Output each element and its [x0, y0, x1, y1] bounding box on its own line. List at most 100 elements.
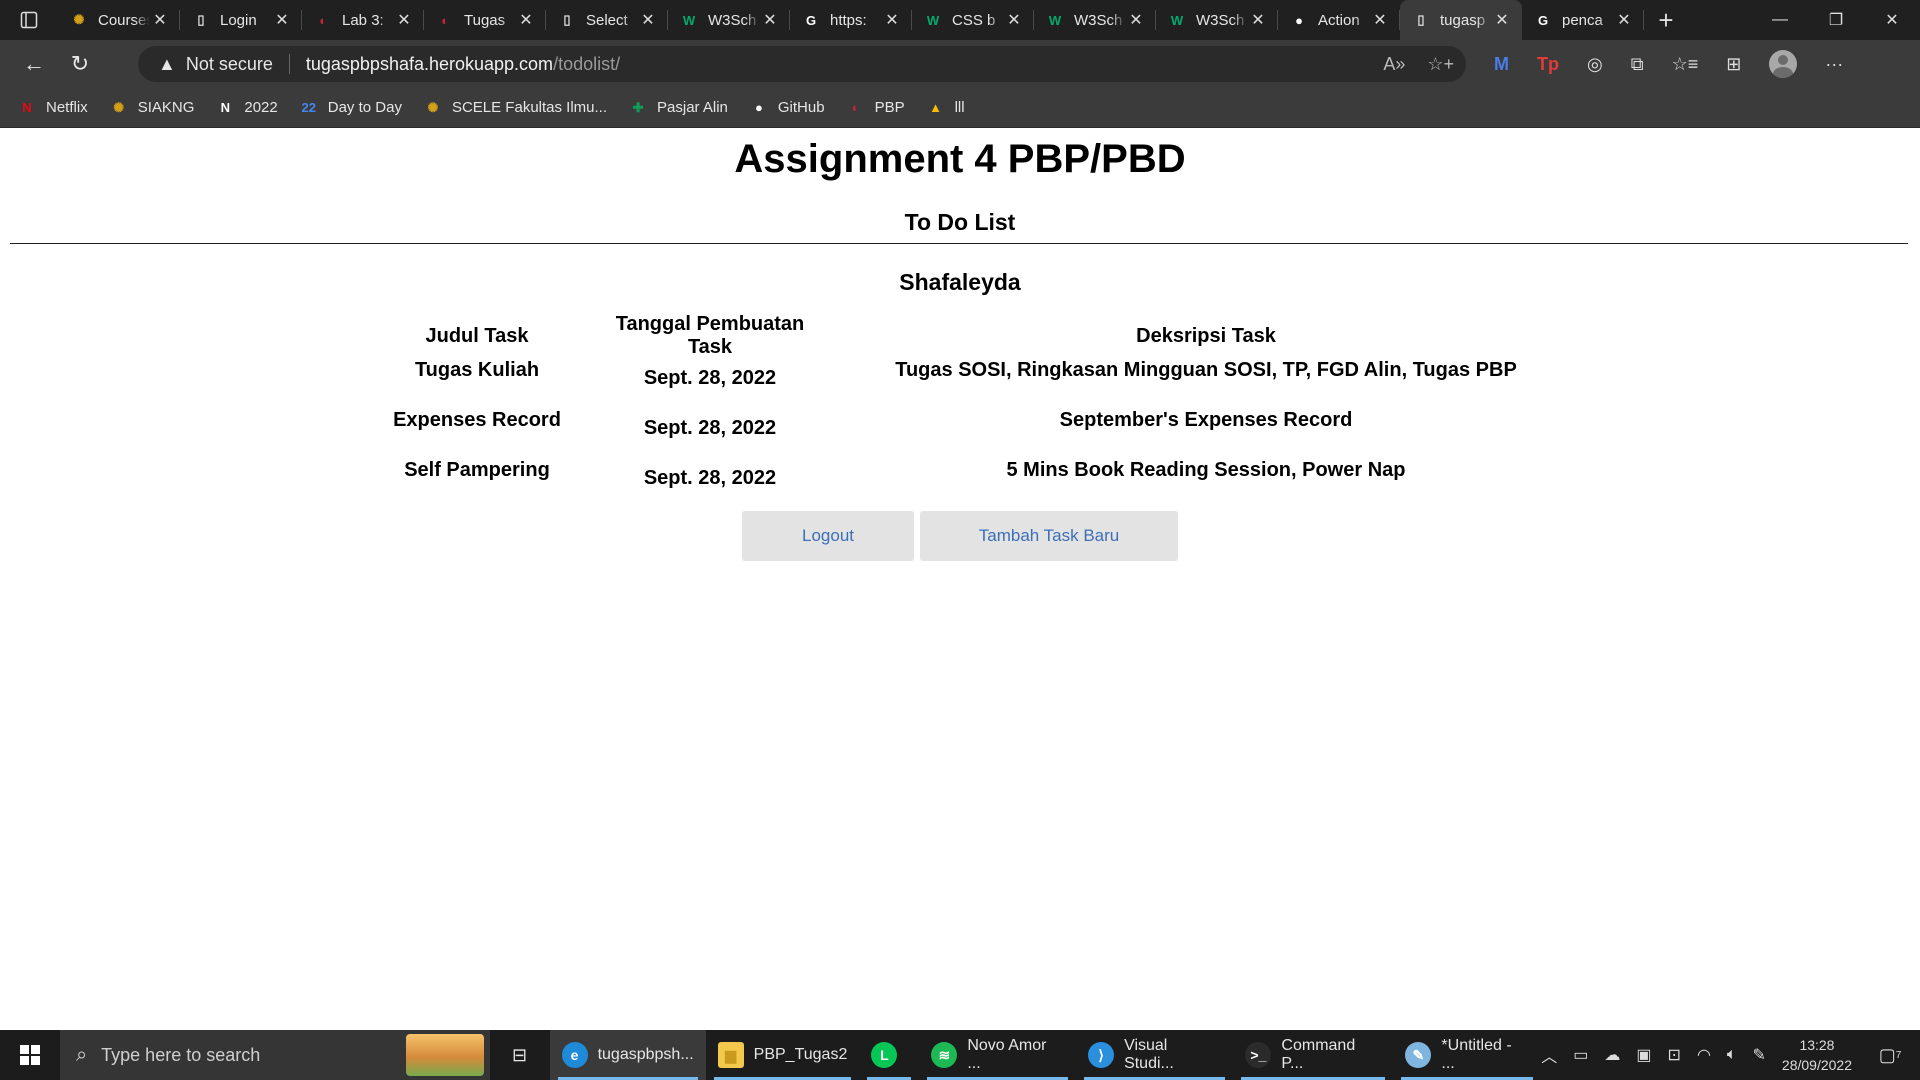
ui-logo-icon: ✺: [113, 99, 125, 115]
logout-button[interactable]: Logout: [742, 511, 914, 561]
taskbar-app[interactable]: ≋ Novo Amor ...: [919, 1030, 1076, 1080]
browser-tab[interactable]: W W3Sch ✕: [1034, 0, 1156, 40]
bookmark-item[interactable]: ▲ lll: [927, 99, 964, 117]
sync-extension-icon[interactable]: ◎: [1587, 54, 1603, 75]
add-favorite-icon[interactable]: ☆+: [1427, 54, 1454, 75]
bookmark-label: SCELE Fakultas Ilmu...: [451, 99, 608, 116]
task-view-button[interactable]: ⊟: [490, 1030, 550, 1080]
close-tab-icon[interactable]: ✕: [1248, 10, 1268, 30]
tab-title: W3Sch: [1196, 11, 1245, 29]
browser-tab[interactable]: Gpenca ✕: [1522, 0, 1644, 40]
taskbar-app[interactable]: ▆ PBP_Tugas2: [706, 1030, 860, 1080]
bookmark-item[interactable]: ✚ Pasjar Alin: [629, 99, 728, 117]
browser-tab[interactable]: W W3Sch ✕: [1156, 0, 1278, 40]
volume-icon[interactable]: 🔈︎: [1727, 1046, 1737, 1064]
browser-tab[interactable]: ▯ tugasp ✕: [1400, 0, 1522, 40]
mendeley-extension-icon[interactable]: M: [1494, 54, 1509, 75]
tab-title: tugasp: [1440, 11, 1486, 29]
page-subtitle: To Do List: [904, 209, 1016, 235]
task-view-icon: ⊟: [512, 1044, 528, 1065]
browser-tab[interactable]: ▯ Login ✕: [180, 0, 302, 40]
notification-button[interactable]: ▢ 7: [1868, 1045, 1912, 1066]
read-aloud-icon[interactable]: A»: [1383, 54, 1405, 75]
collections-icon[interactable]: ⊞: [1726, 54, 1741, 75]
tray-chevron-up-icon[interactable]: ︿: [1541, 1043, 1557, 1067]
browser-tab[interactable]: ▯ Select ✕: [546, 0, 668, 40]
browser-tab[interactable]: ● Action ✕: [1278, 0, 1400, 40]
edge-icon: e: [561, 1042, 588, 1068]
header-judul: Judul Task: [425, 324, 529, 347]
pbp-logo-icon: ◐: [319, 12, 327, 28]
bookmark-label: Day to Day: [327, 99, 402, 116]
security-label[interactable]: Not secure: [186, 54, 273, 75]
wifi-icon[interactable]: ◠: [1697, 1045, 1711, 1065]
taskbar-search[interactable]: ⌕ Type here to search: [59, 1030, 490, 1080]
restore-button[interactable]: ❐: [1808, 0, 1864, 40]
browser-tab[interactable]: W W3Sch ✕: [668, 0, 790, 40]
bookmark-label: Pasjar Alin: [657, 99, 728, 116]
close-tab-icon[interactable]: ✕: [882, 10, 902, 30]
browser-tab[interactable]: ◐ Lab 3: ✕: [302, 0, 424, 40]
meet-now-icon[interactable]: ▣: [1636, 1045, 1651, 1065]
battery-icon[interactable]: ▭: [1573, 1045, 1588, 1065]
close-tab-icon[interactable]: ✕: [1370, 10, 1390, 30]
page-content: Assignment 4 PBP/PBD To Do List Shafaley…: [0, 129, 1920, 1030]
close-tab-icon[interactable]: ✕: [638, 10, 658, 30]
close-tab-icon[interactable]: ✕: [1004, 10, 1024, 30]
tab-actions-button[interactable]: [0, 0, 58, 40]
tabs-container: ✺ Courses ✕ ▯ Login ✕ ◐ Lab 3: ✕ ◐ Tugas ✕ ▯ Select ✕ W…: [58, 0, 1644, 40]
close-tab-icon[interactable]: ✕: [1126, 10, 1146, 30]
task-description-cell: September's Expenses Record: [1059, 409, 1353, 431]
close-tab-icon[interactable]: ✕: [516, 10, 536, 30]
bookmark-item[interactable]: ◐ PBP: [847, 99, 905, 117]
taskbar-app[interactable]: L: [859, 1030, 919, 1080]
settings-more-icon[interactable]: ···: [1825, 54, 1843, 75]
bookmark-item[interactable]: ✺ SIAKNG: [110, 99, 194, 117]
bookmarks-bar: N Netflix ✺ SIAKNG N 2022 22 Day to Day ✺ SCELE F…: [0, 88, 1920, 128]
close-tab-icon[interactable]: ✕: [272, 10, 292, 30]
header-deskripsi: Deksripsi Task: [1136, 324, 1276, 347]
bookmark-item[interactable]: N 2022: [216, 99, 278, 117]
taskbar-app[interactable]: e tugaspbpsh...: [549, 1030, 706, 1080]
profile-avatar[interactable]: [1769, 50, 1798, 78]
close-tab-icon[interactable]: ✕: [1492, 10, 1512, 30]
bookmark-label: Netflix: [46, 99, 88, 116]
add-task-button[interactable]: Tambah Task Baru: [920, 511, 1178, 561]
clock[interactable]: 13:28 28/09/2022: [1782, 1035, 1852, 1075]
browser-tab[interactable]: ◐ Tugas ✕: [424, 0, 546, 40]
start-button[interactable]: [0, 1030, 60, 1080]
task-description-cell: 5 Mins Book Reading Session, Power Nap: [1006, 459, 1406, 481]
pen-icon[interactable]: ✎: [1753, 1045, 1766, 1065]
browser-tab[interactable]: Ghttps: ✕: [790, 0, 912, 40]
browser-tab[interactable]: ✺ Courses ✕: [58, 0, 180, 40]
bookmark-item[interactable]: ● GitHub: [750, 99, 825, 117]
taskbar-app[interactable]: ✎ *Untitled - ...: [1393, 1030, 1541, 1080]
back-button[interactable]: ←: [12, 46, 56, 82]
favorites-icon[interactable]: ☆≡: [1672, 54, 1699, 75]
bookmark-item[interactable]: 22 Day to Day: [300, 99, 402, 117]
minimize-button[interactable]: —: [1752, 0, 1808, 40]
extensions-puzzle-icon[interactable]: ⧉: [1631, 54, 1644, 75]
taskbar-app-label: Novo Amor ...: [967, 1037, 1047, 1072]
pbp-logo-icon: ◐: [441, 12, 449, 28]
onedrive-cloud-icon[interactable]: ☁: [1604, 1045, 1620, 1065]
sheets-icon: ✚: [632, 99, 644, 115]
close-tab-icon[interactable]: ✕: [1614, 10, 1634, 30]
bookmark-item[interactable]: N Netflix: [18, 99, 88, 117]
taskbar-app[interactable]: >_ Command P...: [1233, 1030, 1393, 1080]
w3schools-icon: W: [1048, 12, 1062, 28]
new-tab-button[interactable]: +: [1644, 0, 1688, 40]
close-tab-icon[interactable]: ✕: [394, 10, 414, 30]
tp-extension-icon[interactable]: Tp: [1537, 54, 1559, 75]
display-icon[interactable]: ⊡: [1668, 1045, 1681, 1065]
close-tab-icon[interactable]: ✕: [760, 10, 780, 30]
address-bar[interactable]: ▲ Not secure tugaspbpshafa.herokuapp.com…: [138, 46, 1466, 82]
taskbar-app[interactable]: ⟩ Visual Studi...: [1076, 1030, 1233, 1080]
clock-date: 28/09/2022: [1781, 1057, 1852, 1073]
close-window-button[interactable]: ✕: [1864, 0, 1920, 40]
close-tab-icon[interactable]: ✕: [150, 10, 170, 30]
bookmark-item[interactable]: ✺ SCELE Fakultas Ilmu...: [424, 99, 608, 117]
browser-tab[interactable]: W CSS b ✕: [912, 0, 1034, 40]
refresh-button[interactable]: ↻: [58, 46, 102, 82]
tab-title: https:: [830, 11, 867, 29]
